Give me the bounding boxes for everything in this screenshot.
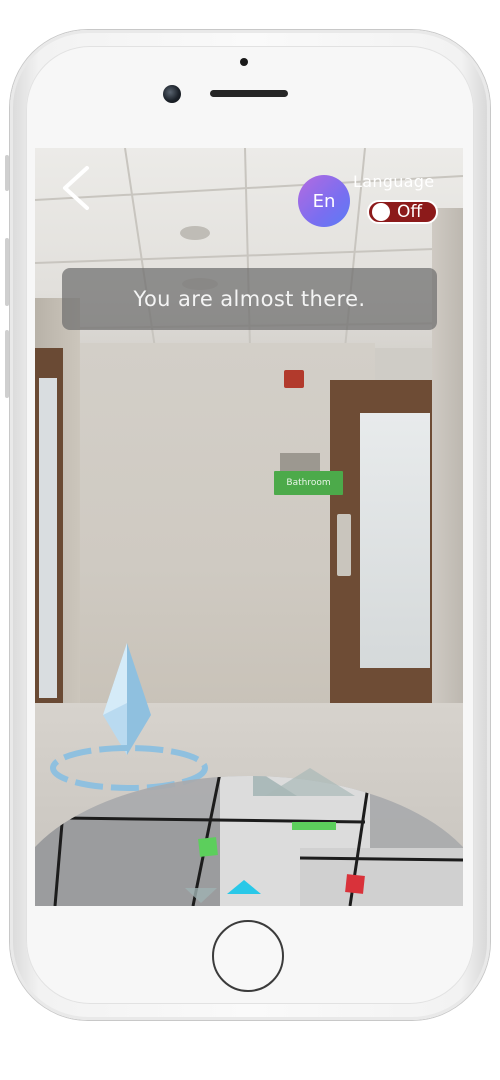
minimap[interactable] (35, 148, 463, 906)
front-camera (163, 85, 181, 103)
home-button[interactable] (212, 920, 284, 992)
mute-switch (5, 155, 9, 191)
language-label: Language (353, 172, 435, 191)
volume-up-button (5, 238, 9, 306)
toggle-state-label: Off (397, 202, 423, 222)
ar-bathroom-label[interactable]: Bathroom (274, 471, 343, 495)
language-toggle[interactable]: Off (367, 200, 438, 224)
minimap-direction-indicator (265, 768, 355, 796)
language-avatar[interactable]: En (298, 175, 350, 227)
guidance-banner: You are almost there. (62, 268, 437, 330)
green-marker-icon (198, 837, 218, 857)
back-button[interactable] (59, 164, 93, 212)
cyan-arrow-icon (227, 880, 261, 894)
ar-camera-view[interactable]: Bathroom En Language Off You are almost … (35, 148, 463, 906)
proximity-sensor (240, 58, 248, 66)
red-marker-icon (345, 874, 365, 894)
volume-down-button (5, 330, 9, 398)
toggle-knob (372, 203, 390, 221)
green-path-marker (292, 822, 336, 830)
earpiece-speaker (210, 90, 288, 97)
chevron-left-icon (63, 166, 89, 210)
